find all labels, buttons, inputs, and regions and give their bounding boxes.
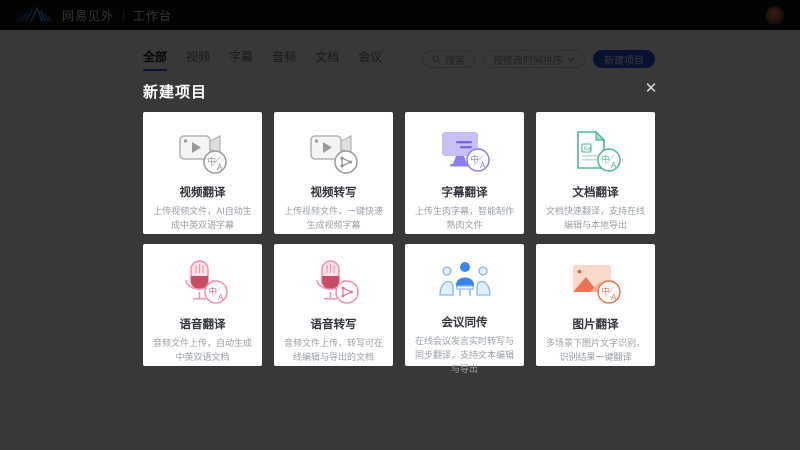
badge-en: A: [217, 163, 223, 172]
card-title: 文档翻译: [573, 184, 619, 200]
card-title: 视频翻译: [180, 184, 226, 200]
meeting-interpret-icon: [434, 255, 496, 311]
card-desc: 音频文件上传，自动生成中英双语文档: [143, 337, 262, 365]
audio-translate-icon: 中 A: [172, 255, 234, 313]
card-title: 字幕翻译: [442, 184, 488, 200]
badge-zh: 中: [207, 156, 216, 166]
card-title: 会议同传: [442, 314, 488, 330]
badge-zh: 中: [470, 154, 479, 164]
card-document-translate[interactable]: Aa 中 A 文档翻译 文档快速翻译，支持在线编辑与本地导出: [536, 112, 655, 234]
card-desc: 上传视频文件，AI自动生成中英双语字幕: [143, 205, 262, 233]
document-translate-icon: Aa 中 A: [565, 123, 627, 181]
card-audio-transcribe[interactable]: 语音转写 音频文件上传，转写可在线编辑与导出的文档: [274, 244, 393, 366]
card-audio-translate[interactable]: 中 A 语音翻译 音频文件上传，自动生成中英双语文档: [143, 244, 262, 366]
badge-zh: 中: [208, 286, 217, 296]
card-title: 图片翻译: [573, 316, 619, 332]
badge-en: A: [611, 161, 617, 170]
card-desc: 音频文件上传，转写可在线编辑与导出的文档: [274, 337, 393, 365]
badge-zh: 中: [601, 286, 610, 296]
card-video-transcribe[interactable]: 视频转写 上传视频文件，一键快速生成视频字幕: [274, 112, 393, 234]
card-meeting-interpret[interactable]: 会议同传 在线会议发言实时转写与同步翻译，支持文本编辑与导出: [405, 244, 524, 366]
card-video-translate[interactable]: 中 A 视频翻译 上传视频文件，AI自动生成中英双语字幕: [143, 112, 262, 234]
image-translate-icon: 中 A: [565, 255, 627, 313]
modal-title: 新建项目: [143, 81, 207, 102]
subtitle-translate-icon: 中 A: [434, 123, 496, 181]
badge-en: A: [611, 293, 617, 302]
video-translate-icon: 中 A: [172, 123, 234, 181]
card-desc: 多场景下图片文字识别，识别结果一键翻译: [536, 337, 655, 365]
close-icon[interactable]: ✕: [641, 79, 661, 99]
doc-aa-glyph: Aa: [583, 147, 591, 153]
video-transcribe-icon: [303, 123, 365, 181]
card-subtitle-translate[interactable]: 中 A 字幕翻译 上传生肉字幕，智能制作熟肉文件: [405, 112, 524, 234]
card-desc: 上传视频文件，一键快速生成视频字幕: [274, 205, 393, 233]
card-desc: 在线会议发言实时转写与同步翻译，支持文本编辑与导出: [405, 335, 524, 377]
card-title: 视频转写: [311, 184, 357, 200]
badge-en: A: [480, 161, 486, 170]
card-title: 语音翻译: [180, 316, 226, 332]
project-type-grid: 中 A 视频翻译 上传视频文件，AI自动生成中英双语字幕: [143, 112, 655, 366]
card-desc: 文档快速翻译，支持在线编辑与本地导出: [536, 205, 655, 233]
card-image-translate[interactable]: 中 A 图片翻译 多场景下图片文字识别，识别结果一键翻译: [536, 244, 655, 366]
card-title: 语音转写: [311, 316, 357, 332]
badge-zh: 中: [601, 154, 610, 164]
new-project-modal: 新建项目 ✕ 中 A 视频翻译 上传视频文件，AI自动生成中英双语字幕: [0, 0, 800, 450]
audio-transcribe-icon: [303, 255, 365, 313]
card-desc: 上传生肉字幕，智能制作熟肉文件: [405, 205, 524, 233]
badge-en: A: [218, 293, 224, 302]
